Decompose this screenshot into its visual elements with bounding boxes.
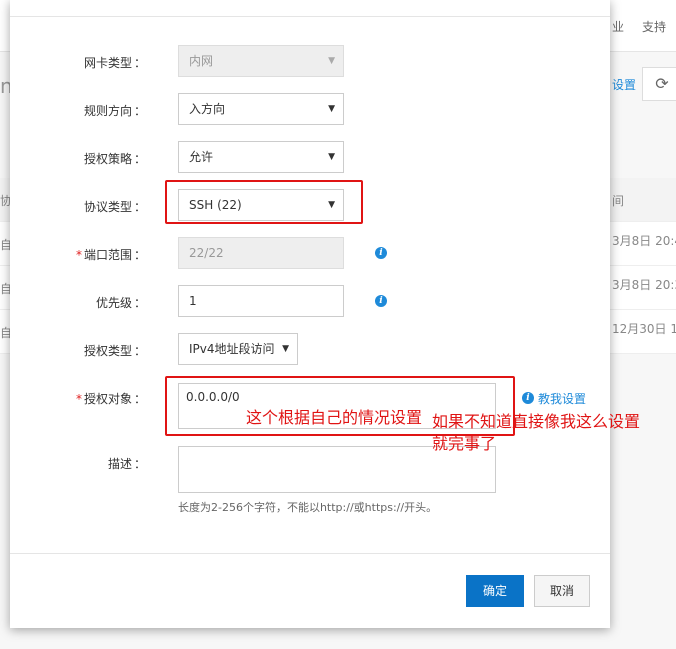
info-icon: i (522, 392, 534, 404)
info-icon[interactable]: i (375, 295, 387, 307)
bg-col-header: 间 (612, 194, 625, 208)
annotation-box-protocol (165, 180, 363, 224)
bg-cell-time: 3月8日 20:36 (612, 278, 676, 292)
priority-label: 优先级： (95, 296, 146, 310)
direction-label: 规则方向： (83, 104, 146, 118)
policy-value: 允许 (189, 150, 214, 164)
direction-value: 入方向 (189, 102, 226, 116)
priority-value: 1 (189, 294, 197, 308)
dialog-divider (10, 16, 610, 17)
chevron-down-icon: ▼ (328, 104, 335, 114)
annotation-note: 如果不知道直接像我这么设置 (432, 412, 641, 431)
security-rule-dialog: 网卡类型： 内网 ▼ 规则方向： 入方向 ▼ 授权策略： 允许 ▼ 协议类型： … (10, 0, 610, 628)
help-me-set-link[interactable]: 教我设置 (538, 390, 586, 407)
dialog-divider (10, 553, 610, 554)
policy-label: 授权策略： (83, 152, 146, 166)
refresh-icon[interactable]: ⟳ (642, 67, 676, 101)
bg-settings-link[interactable]: 设置 (612, 76, 636, 93)
bg-cell-time: 12月30日 14 (612, 322, 676, 336)
port-range-value: 22/22 (189, 246, 224, 260)
port-range-label: * 端口范围： (75, 248, 146, 262)
port-range-input: 22/22 (178, 237, 344, 269)
nic-type-select: 内网 ▼ (178, 45, 344, 77)
info-icon[interactable]: i (375, 247, 387, 259)
auth-object-label: * 授权对象： (75, 392, 146, 406)
auth-type-value: IPv4地址段访问 (189, 342, 275, 356)
bg-nav-support[interactable]: 支持 (642, 18, 666, 35)
chevron-down-icon: ▼ (282, 344, 289, 354)
auth-type-select[interactable]: IPv4地址段访问 ▼ (178, 333, 298, 365)
cancel-button[interactable]: 取消 (534, 575, 590, 607)
chevron-down-icon: ▼ (328, 56, 335, 66)
bg-nav-item[interactable]: 业 (612, 18, 624, 35)
protocol-label: 协议类型： (83, 200, 146, 214)
policy-select[interactable]: 允许 ▼ (178, 141, 344, 173)
confirm-button[interactable]: 确定 (466, 575, 524, 607)
required-marker: * (75, 248, 82, 262)
description-label: 描述： (107, 457, 146, 471)
auth-type-label: 授权类型： (83, 344, 146, 358)
description-hint: 长度为2-256个字符，不能以http://或https://开头。 (178, 501, 438, 514)
chevron-down-icon: ▼ (328, 152, 335, 162)
nic-type-label: 网卡类型： (83, 56, 146, 70)
nic-type-value: 内网 (189, 54, 214, 68)
required-marker: * (75, 392, 82, 406)
bg-cell-time: 3月8日 20:48 (612, 234, 676, 248)
priority-input[interactable]: 1 (178, 285, 344, 317)
annotation-note: 这个根据自己的情况设置 (246, 408, 423, 427)
annotation-note: 就完事了 (432, 434, 497, 453)
direction-select[interactable]: 入方向 ▼ (178, 93, 344, 125)
